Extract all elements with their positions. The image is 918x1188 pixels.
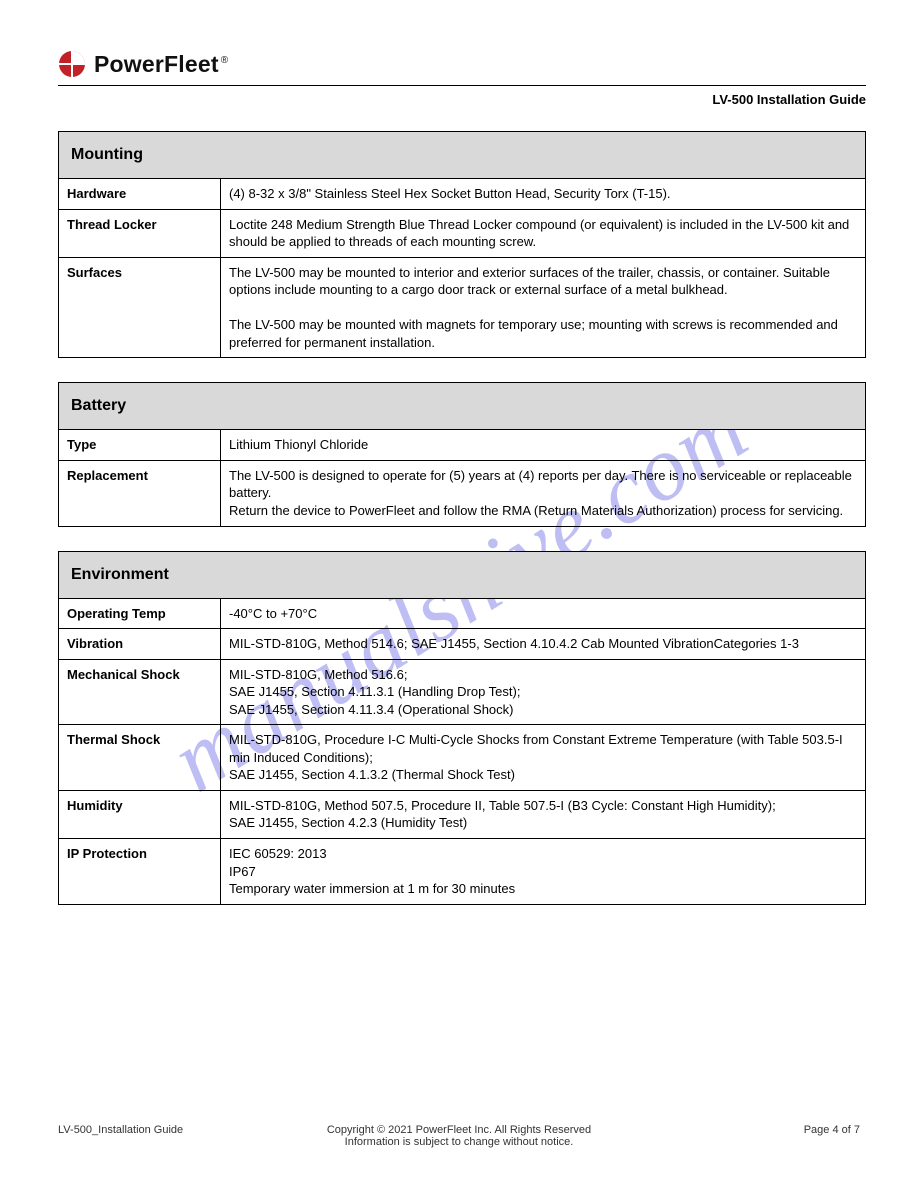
footer: LV-500_Installation Guide Copyright © 20… xyxy=(58,1124,860,1148)
row-value: MIL-STD-810G, Procedure I-C Multi-Cycle … xyxy=(221,725,866,791)
table-row: Surfaces The LV-500 may be mounted to in… xyxy=(59,257,866,358)
row-value: Lithium Thionyl Chloride xyxy=(221,430,866,461)
table-row: Thermal Shock MIL-STD-810G, Procedure I-… xyxy=(59,725,866,791)
row-value: (4) 8-32 x 3/8" Stainless Steel Hex Sock… xyxy=(221,179,866,210)
table-mounting: Mounting Hardware (4) 8-32 x 3/8" Stainl… xyxy=(58,131,866,358)
row-value: MIL-STD-810G, Method 514.6; SAE J1455, S… xyxy=(221,629,866,660)
row-label: Humidity xyxy=(59,790,221,838)
row-label: Vibration xyxy=(59,629,221,660)
row-value: -40°C to +70°C xyxy=(221,598,866,629)
section-header: Battery xyxy=(59,383,866,430)
row-value: Loctite 248 Medium Strength Blue Thread … xyxy=(221,209,866,257)
footer-copyright: Copyright © 2021 PowerFleet Inc. All Rig… xyxy=(278,1124,640,1136)
page-title: LV-500 Installation Guide xyxy=(58,92,866,107)
document-content: PowerFleet® LV-500 Installation Guide Mo… xyxy=(58,50,866,905)
row-label: Mechanical Shock xyxy=(59,659,221,725)
row-label: Replacement xyxy=(59,460,221,526)
brand-name: PowerFleet® xyxy=(94,51,228,78)
row-value: MIL-STD-810G, Method 516.6; SAE J1455, S… xyxy=(221,659,866,725)
registered-mark: ® xyxy=(221,55,229,66)
row-value: MIL-STD-810G, Method 507.5, Procedure II… xyxy=(221,790,866,838)
row-label: Thermal Shock xyxy=(59,725,221,791)
table-row: Humidity MIL-STD-810G, Method 507.5, Pro… xyxy=(59,790,866,838)
row-label: Operating Temp xyxy=(59,598,221,629)
row-label: Type xyxy=(59,430,221,461)
table-row: IP Protection IEC 60529: 2013 IP67 Tempo… xyxy=(59,839,866,905)
table-row: Vibration MIL-STD-810G, Method 514.6; SA… xyxy=(59,629,866,660)
table-row: Hardware (4) 8-32 x 3/8" Stainless Steel… xyxy=(59,179,866,210)
header: PowerFleet® xyxy=(58,50,866,78)
row-label: Surfaces xyxy=(59,257,221,358)
row-value: The LV-500 may be mounted to interior an… xyxy=(221,257,866,358)
table-row: Type Lithium Thionyl Chloride xyxy=(59,430,866,461)
footer-middle: Copyright © 2021 PowerFleet Inc. All Rig… xyxy=(278,1124,640,1148)
footer-disclaimer: Information is subject to change without… xyxy=(278,1136,640,1148)
header-rule xyxy=(58,85,866,86)
powerfleet-logo-icon xyxy=(58,50,86,78)
table-row: Mechanical Shock MIL-STD-810G, Method 51… xyxy=(59,659,866,725)
section-header: Mounting xyxy=(59,132,866,179)
section-mounting: Mounting Hardware (4) 8-32 x 3/8" Stainl… xyxy=(58,131,866,358)
section-header: Environment xyxy=(59,551,866,598)
table-environment: Environment Operating Temp -40°C to +70°… xyxy=(58,551,866,905)
table-row: Replacement The LV-500 is designed to op… xyxy=(59,460,866,526)
footer-left: LV-500_Installation Guide xyxy=(58,1124,278,1148)
table-battery: Battery Type Lithium Thionyl Chloride Re… xyxy=(58,382,866,526)
row-value: IEC 60529: 2013 IP67 Temporary water imm… xyxy=(221,839,866,905)
section-battery: Battery Type Lithium Thionyl Chloride Re… xyxy=(58,382,866,526)
row-value: The LV-500 is designed to operate for (5… xyxy=(221,460,866,526)
brand-text: PowerFleet xyxy=(94,51,219,77)
footer-right: Page 4 of 7 xyxy=(640,1124,860,1148)
section-environment: Environment Operating Temp -40°C to +70°… xyxy=(58,551,866,905)
row-label: Hardware xyxy=(59,179,221,210)
table-row: Operating Temp -40°C to +70°C xyxy=(59,598,866,629)
row-label: Thread Locker xyxy=(59,209,221,257)
table-row: Thread Locker Loctite 248 Medium Strengt… xyxy=(59,209,866,257)
row-label: IP Protection xyxy=(59,839,221,905)
